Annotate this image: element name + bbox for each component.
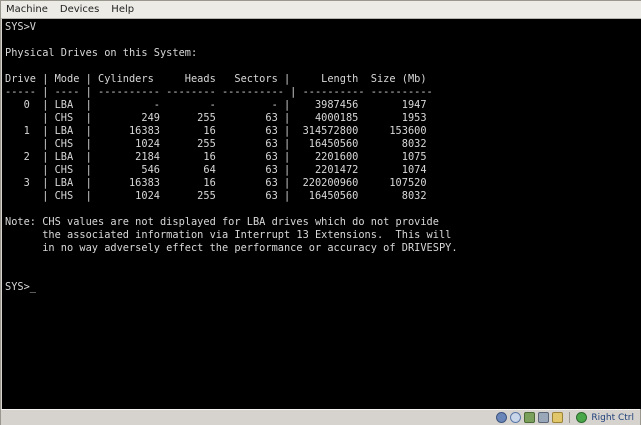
terminal-line: SYS>V bbox=[5, 21, 36, 33]
terminal-output: SYS>V Physical Drives on this System: Driv… bbox=[5, 21, 458, 294]
table-row: 0 | LBA | - - - | 3987456 1947 bbox=[5, 99, 427, 111]
table-row: 1 | LBA | 16383 16 63 | 314572800 153600 bbox=[5, 125, 427, 137]
table-row: 3 | LBA | 16383 16 63 | 220200960 107520 bbox=[5, 177, 427, 189]
note-line: in no way adversely effect the performan… bbox=[5, 242, 458, 254]
note-line: Note: CHS values are not displayed for L… bbox=[5, 216, 439, 228]
table-row: | CHS | 1024 255 63 | 16450560 8032 bbox=[5, 190, 427, 202]
mouse-integration-icon[interactable] bbox=[576, 412, 588, 423]
vm-window: Machine Devices Help SYS>V Physical Drive… bbox=[0, 0, 641, 425]
status-bar: Right Ctrl bbox=[1, 409, 640, 425]
hdd-icon[interactable] bbox=[496, 412, 508, 423]
cd-icon[interactable] bbox=[510, 412, 522, 423]
menu-help[interactable]: Help bbox=[111, 4, 134, 15]
note-line: the associated information via Interrupt… bbox=[5, 229, 452, 241]
table-row: 2 | LBA | 2184 16 63 | 2201600 1075 bbox=[5, 151, 427, 163]
table-row: | CHS | 546 64 63 | 2201472 1074 bbox=[5, 164, 427, 176]
command-prompt: SYS>_ bbox=[5, 281, 36, 293]
tray-divider bbox=[569, 412, 571, 423]
table-row: | CHS | 1024 255 63 | 16450560 8032 bbox=[5, 138, 427, 150]
table-separator: ----- | ---- | ---------- -------- -----… bbox=[5, 86, 433, 98]
usb-icon[interactable] bbox=[538, 412, 550, 423]
network-icon[interactable] bbox=[524, 412, 536, 423]
status-tray: Right Ctrl bbox=[493, 412, 634, 423]
table-header: Drive | Mode | Cylinders Heads Sectors |… bbox=[5, 73, 427, 85]
shared-folder-icon[interactable] bbox=[552, 412, 564, 423]
table-row: | CHS | 249 255 63 | 4000185 1953 bbox=[5, 112, 427, 124]
menu-bar: Machine Devices Help bbox=[1, 1, 641, 19]
terminal-line: Physical Drives on this System: bbox=[5, 47, 198, 59]
host-key-label: Right Ctrl bbox=[591, 412, 634, 423]
vm-screen[interactable]: SYS>V Physical Drives on this System: Driv… bbox=[2, 19, 641, 409]
menu-machine[interactable]: Machine bbox=[6, 4, 48, 15]
menu-devices[interactable]: Devices bbox=[60, 4, 99, 15]
